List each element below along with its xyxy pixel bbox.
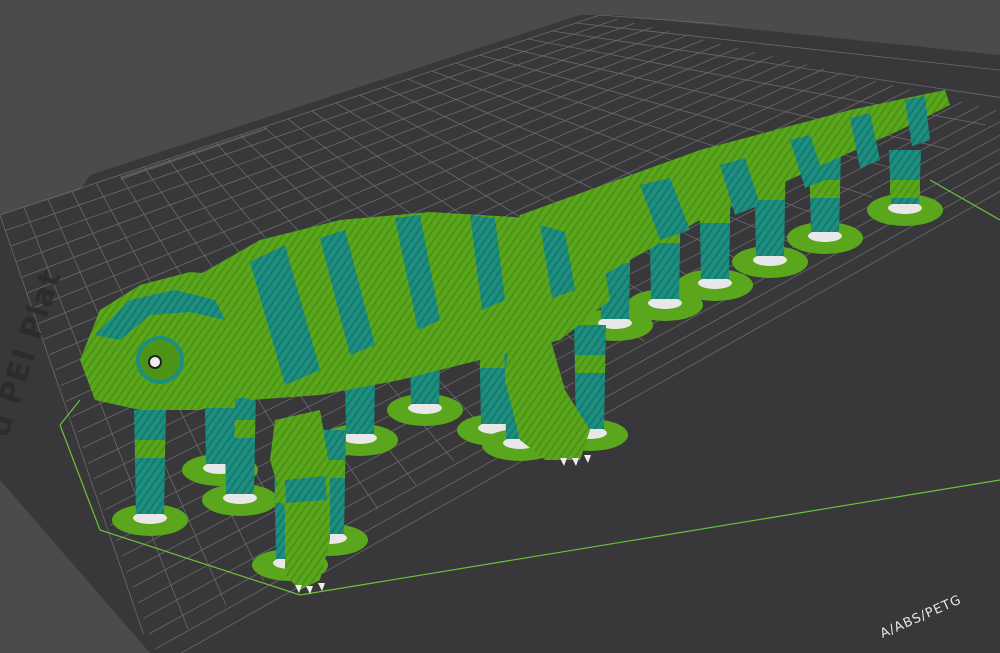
front-leg-band — [285, 476, 327, 503]
support-column — [134, 410, 166, 514]
build-plate-scene[interactable] — [0, 0, 1000, 653]
3d-viewport[interactable]: d PEI Plat A/ABS/PETG — [0, 0, 1000, 653]
support-band — [890, 180, 920, 198]
eye-pupil — [148, 355, 162, 369]
support-band — [575, 355, 605, 373]
support-band — [135, 440, 165, 458]
